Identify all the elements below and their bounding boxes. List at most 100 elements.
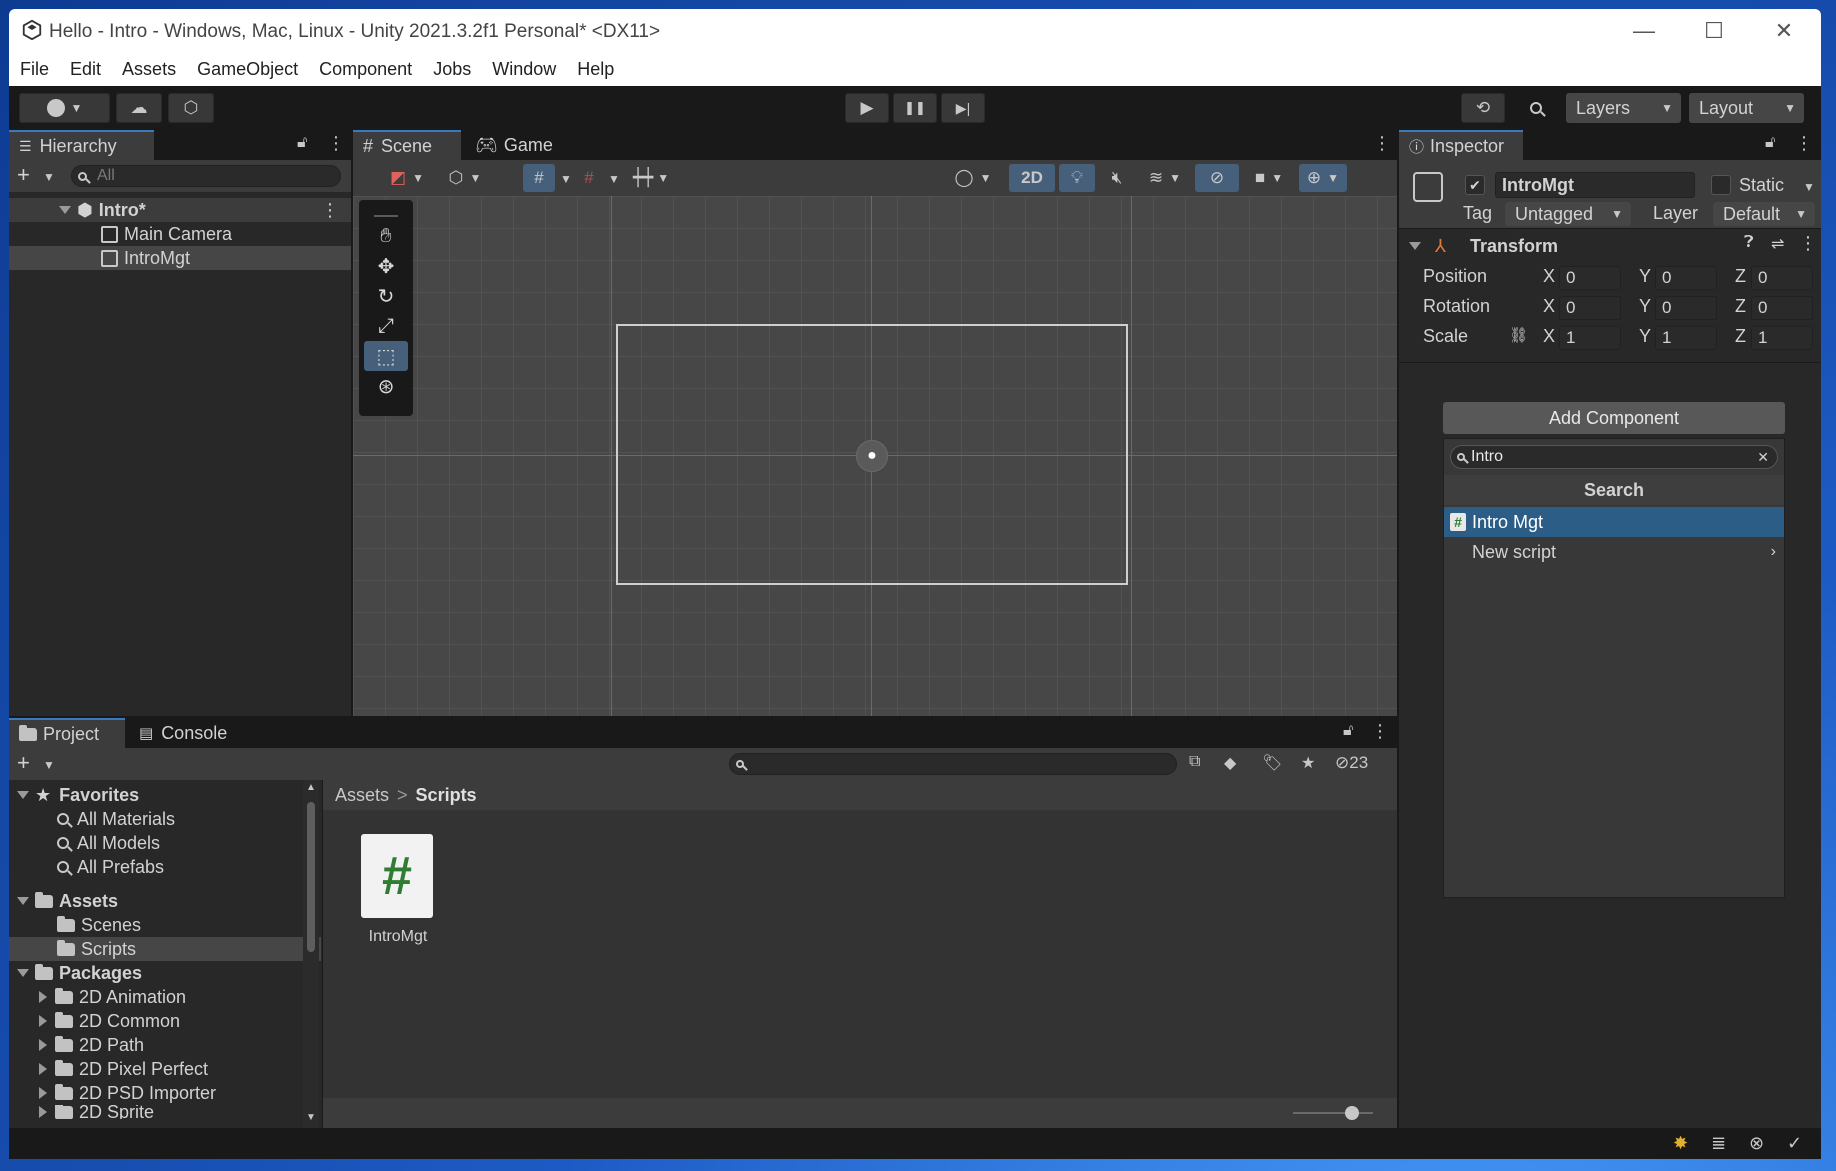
constrain-proportions-icon[interactable]: ⛓︎ [1509,326,1528,344]
render-mode-dropdown[interactable]: ⬡ ▼ [439,164,491,192]
chevron-down-icon[interactable]: ▼ [560,172,572,186]
tree-scrollbar[interactable]: ▲ ▼ [303,780,319,1128]
scale-tool-button[interactable]: ⤢ [364,311,408,341]
drag-handle[interactable] [374,205,398,217]
grid-snap-button[interactable]: # [523,164,555,192]
layer-dropdown[interactable]: Default ▼ [1713,202,1815,226]
gizmos-dropdown[interactable]: ⊕ ▼ [1299,164,1347,192]
progress-check-icon[interactable]: ✓ [1787,1133,1802,1154]
camera-gizmo-icon[interactable]: ● [856,440,888,472]
scene-viewport[interactable]: ● ✋︎ ✥ ↻ ⤢ ⬚ ⊛ [353,196,1397,716]
add-icon[interactable]: + [17,162,30,188]
tree-item[interactable]: All Materials [9,807,321,831]
chevron-down-icon[interactable]: ▼ [43,758,55,772]
rotate-tool-button[interactable]: ↻ [364,281,408,311]
audio-toggle[interactable]: 🔇︎ [1099,164,1135,192]
tree-item[interactable]: 2D PSD Importer [9,1081,321,1105]
lock-icon[interactable]: 🔓︎ [1765,134,1775,152]
transform-header[interactable]: ⅄ Transform ❓︎ ⇌ ⋮ [1399,232,1821,260]
camera-dropdown[interactable]: ■ ▼ [1243,164,1295,192]
tree-item[interactable]: All Models [9,831,321,855]
asset-item-intromgt[interactable]: # IntroMgt [353,834,443,954]
cloud-button[interactable]: ☁ [116,93,162,123]
menu-component[interactable]: Component [319,59,412,80]
breadcrumb-scripts[interactable]: Scripts [416,785,477,806]
scrollbar-thumb[interactable] [307,802,315,952]
expand-arrow-icon[interactable] [39,991,47,1003]
result-intro-mgt[interactable]: # Intro Mgt [1444,507,1784,537]
pause-button[interactable]: ❚❚ [893,93,937,123]
increment-snap-button[interactable]: # [575,164,603,192]
expand-arrow-icon[interactable] [17,969,29,977]
expand-arrow-icon[interactable] [39,1015,47,1027]
scroll-down-icon[interactable]: ▼ [306,1112,316,1123]
chevron-down-icon[interactable]: ▼ [608,172,620,186]
scale-z-field[interactable]: 1 [1751,326,1813,350]
search-button[interactable] [1520,93,1560,123]
close-button[interactable]: ✕ [1749,9,1819,52]
chevron-down-icon[interactable]: ▼ [43,170,55,184]
tab-scene[interactable]: # Scene [353,130,461,160]
menu-window[interactable]: Window [492,59,556,80]
axis-x-label[interactable]: X [1543,326,1555,347]
menu-help[interactable]: Help [577,59,614,80]
preset-icon[interactable]: ⇌ [1771,234,1784,254]
menu-jobs[interactable]: Jobs [433,59,471,80]
effects-dropdown[interactable]: ≋ ▼ [1139,164,1191,192]
menu-gameobject[interactable]: GameObject [197,59,298,80]
lock-icon[interactable]: 🔓︎ [1343,722,1353,740]
maximize-button[interactable]: ☐ [1679,9,1749,52]
add-icon[interactable]: + [17,750,30,776]
tree-item-selected[interactable]: Scripts [9,937,321,961]
tag-dropdown[interactable]: Untagged ▼ [1505,202,1631,226]
tab-game[interactable]: 🎮︎ Game [465,130,565,160]
scroll-up-icon[interactable]: ▲ [306,782,316,793]
tab-console[interactable]: ▤ Console [129,718,249,748]
help-icon[interactable]: ❓︎ [1744,234,1754,252]
minimize-button[interactable]: — [1609,9,1679,52]
expand-arrow-icon[interactable] [39,1039,47,1051]
axis-y-label[interactable]: Y [1639,296,1651,317]
more-options-icon[interactable]: ⋮ [321,200,339,221]
component-search-input[interactable]: Intro ✕ [1450,445,1778,469]
collab-button[interactable]: ⬡ [168,93,214,123]
favorite-star-icon[interactable]: ★ [1301,753,1315,773]
hierarchy-search-input[interactable]: All [71,165,341,187]
axis-z-label[interactable]: Z [1735,326,1746,347]
tree-packages[interactable]: Packages [9,961,321,985]
zoom-slider-track[interactable] [1293,1112,1373,1114]
layout-dropdown[interactable]: Layout ▼ [1689,93,1804,123]
position-z-field[interactable]: 0 [1751,266,1813,290]
axis-z-label[interactable]: Z [1735,266,1746,287]
static-checkbox[interactable] [1711,175,1731,195]
network-off-icon[interactable]: ⊗ [1749,1133,1764,1154]
tree-item[interactable]: All Prefabs [9,855,321,879]
more-options-icon[interactable]: ⋮ [327,133,345,154]
lighting-toggle[interactable]: 💡︎ [1059,164,1095,192]
expand-arrow-icon[interactable] [59,206,71,214]
position-x-field[interactable]: 0 [1559,266,1621,290]
scale-y-field[interactable]: 1 [1655,326,1717,350]
draw-mode-dropdown[interactable]: ◩ ▼ [381,164,433,192]
tree-item[interactable]: 2D Pixel Perfect [9,1057,321,1081]
toggle-2d-button[interactable]: 2D [1009,164,1055,192]
clear-search-icon[interactable]: ✕ [1757,449,1769,466]
menu-file[interactable]: File [20,59,49,80]
lock-icon[interactable]: 🔓︎ [297,134,307,152]
tree-item[interactable]: Scenes [9,913,321,937]
ruler-dropdown[interactable]: ┿┿ ▼ [625,164,677,192]
tab-inspector[interactable]: ⓘ Inspector [1399,130,1523,160]
rotation-y-field[interactable]: 0 [1655,296,1717,320]
tree-assets[interactable]: Assets [9,889,321,913]
expand-arrow-icon[interactable] [39,1063,47,1075]
rotation-x-field[interactable]: 0 [1559,296,1621,320]
scale-x-field[interactable]: 1 [1559,326,1621,350]
axis-y-label[interactable]: Y [1639,326,1651,347]
more-options-icon[interactable]: ⋮ [1795,133,1813,154]
transform-tool-button[interactable]: ⊛ [364,371,408,401]
scene-row[interactable]: ⬢ Intro* ⋮ [9,198,351,222]
orientation-dropdown[interactable]: ◯ ▼ [947,164,999,192]
project-search-input[interactable] [729,753,1177,775]
axis-z-label[interactable]: Z [1735,296,1746,317]
tree-item[interactable]: 2D Sprite [9,1105,321,1119]
